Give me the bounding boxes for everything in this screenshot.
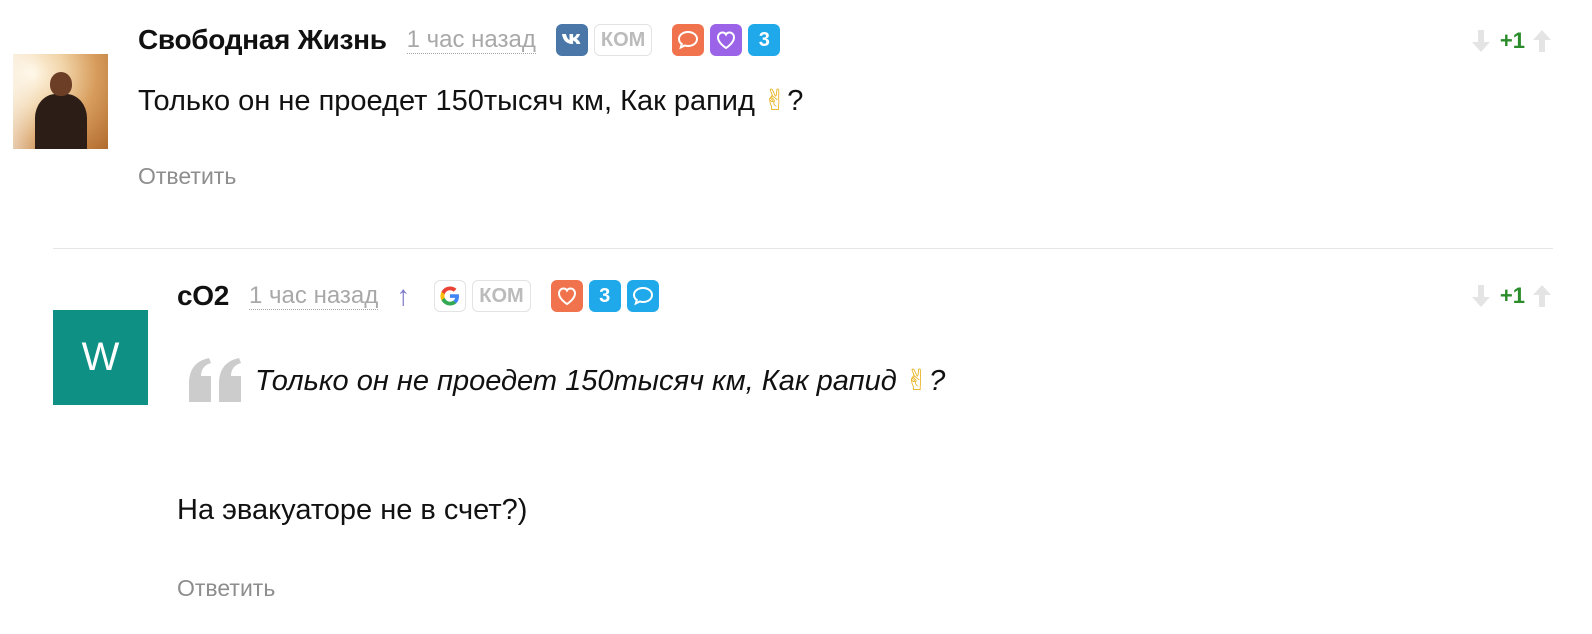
- avatar[interactable]: [13, 54, 108, 149]
- comment: W cO2 1 час назад ↑ КОМ 3 Только он не п…: [0, 252, 1592, 634]
- quote-body: Только он не проедет 150тысяч км, Как ра…: [255, 362, 946, 397]
- comment-icon: [626, 280, 659, 312]
- author-name[interactable]: cO2: [177, 280, 229, 312]
- vote-controls: +1: [1470, 26, 1553, 56]
- vote-up-icon[interactable]: [1531, 28, 1553, 54]
- victory-hand-emoji: ✌: [904, 362, 930, 397]
- reply-arrow-icon[interactable]: ↑: [396, 282, 410, 310]
- reply-button[interactable]: Ответить: [138, 163, 236, 190]
- kom-badge: КОМ: [472, 280, 531, 312]
- quote-icon: [189, 358, 241, 402]
- vote-score: +1: [1499, 283, 1525, 308]
- heart-icon: [710, 24, 743, 56]
- comment-text: Только он не проедет 150тысяч км, Как ра…: [138, 83, 804, 117]
- vote-down-icon[interactable]: [1470, 283, 1492, 309]
- vote-score: +1: [1499, 28, 1525, 53]
- author-name[interactable]: Свободная Жизнь: [138, 24, 387, 56]
- divider: [53, 248, 1553, 249]
- comment: Свободная Жизнь 1 час назад КОМ 3 Только…: [0, 0, 1592, 245]
- vote-controls: +1: [1470, 281, 1553, 311]
- comment-header: cO2 1 час назад ↑ КОМ 3: [177, 279, 665, 313]
- google-icon: [434, 280, 467, 312]
- comment-text: На эвакуаторе не в счет?): [177, 494, 528, 526]
- heart-icon: [550, 280, 583, 312]
- reply-button[interactable]: Ответить: [177, 575, 275, 602]
- comment-time[interactable]: 1 час назад: [249, 282, 379, 310]
- vote-down-icon[interactable]: [1470, 28, 1492, 54]
- count-badge: 3: [588, 280, 621, 312]
- victory-hand-emoji: ✌: [762, 83, 788, 117]
- vote-up-icon[interactable]: [1531, 283, 1553, 309]
- quoted-text: Только он не проедет 150тысяч км, Как ра…: [185, 356, 945, 404]
- kom-badge: КОМ: [593, 24, 653, 56]
- vk-icon: [555, 24, 588, 56]
- count-badge: 3: [748, 24, 781, 56]
- avatar[interactable]: W: [53, 310, 148, 405]
- comment-time[interactable]: 1 час назад: [406, 26, 536, 54]
- comment-header: Свободная Жизнь 1 час назад КОМ 3: [138, 23, 786, 57]
- comment-icon: [672, 24, 705, 56]
